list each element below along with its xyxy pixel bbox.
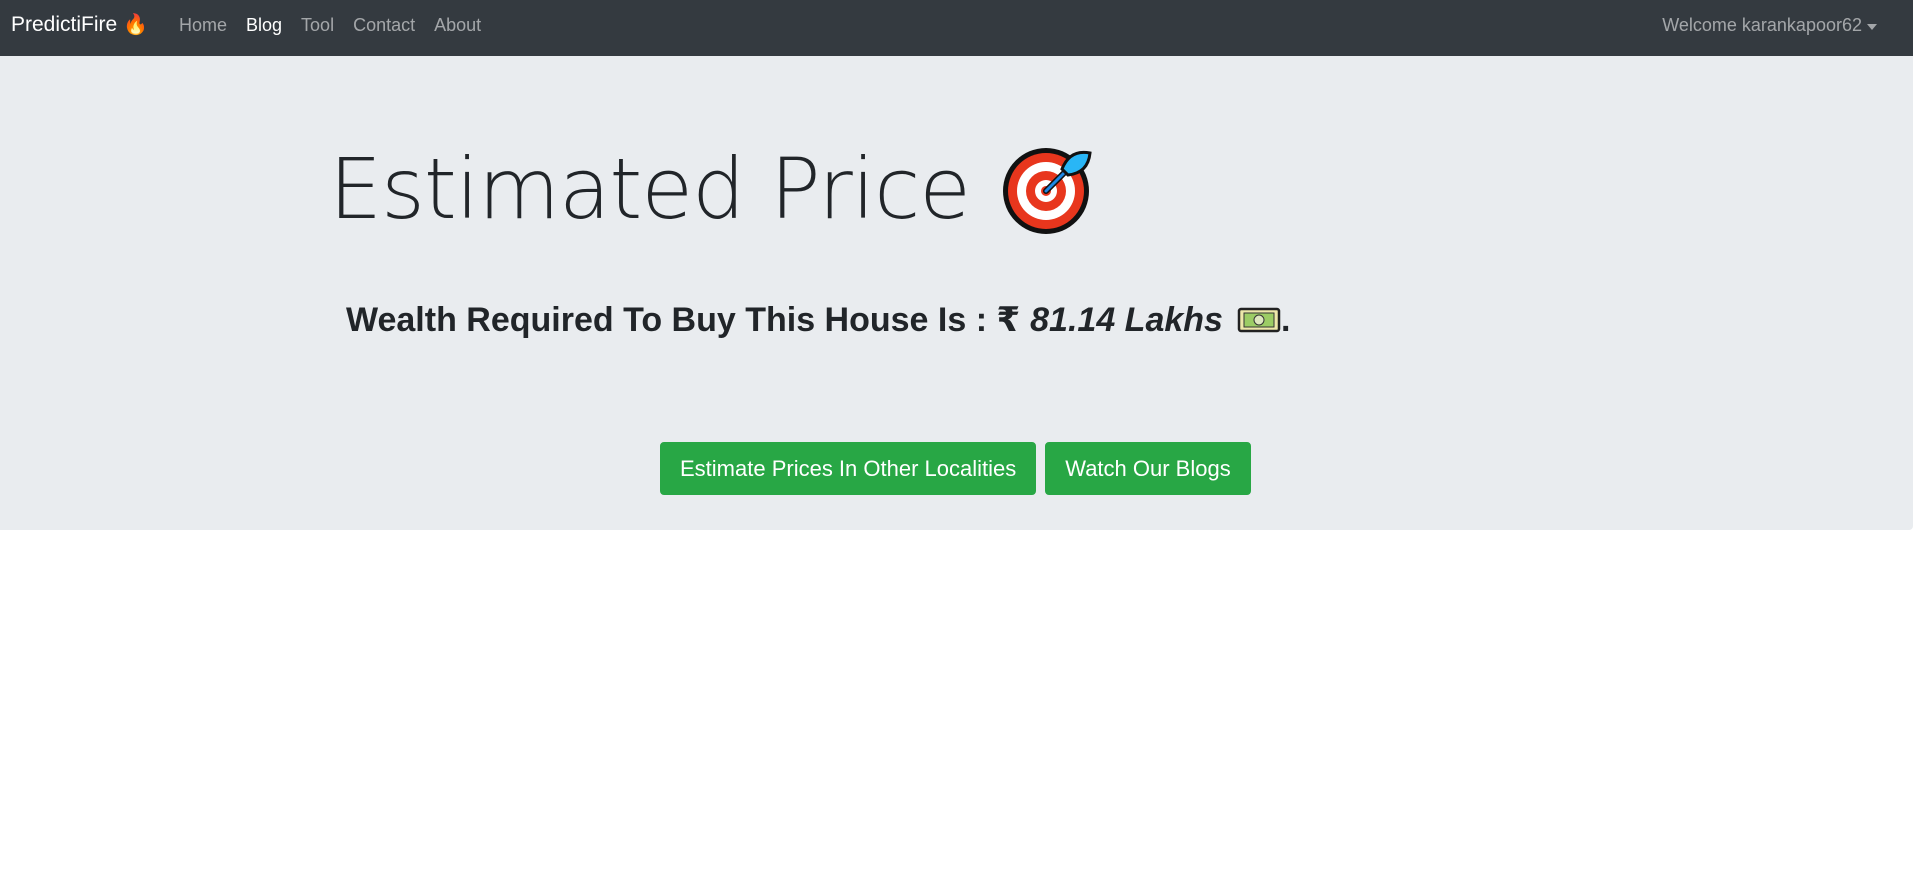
target-icon [1000, 143, 1092, 235]
brand-name: PredictiFire [11, 12, 118, 36]
hero-section: Estimated Price Wealth Required To Buy T… [0, 56, 1913, 530]
brand-link[interactable]: PredictiFire 🔥 [11, 12, 148, 37]
estimate-other-localities-button[interactable]: Estimate Prices In Other Localities [660, 442, 1037, 495]
nav-links: Home Blog Tool Contact About [179, 15, 500, 36]
caret-down-icon [1867, 23, 1877, 30]
nav-contact[interactable]: Contact [353, 15, 415, 36]
watch-blogs-button[interactable]: Watch Our Blogs [1045, 442, 1251, 495]
page-title-text: Estimated Price [329, 140, 971, 238]
navbar: PredictiFire 🔥 Home Blog Tool Contact Ab… [0, 0, 1913, 56]
money-icon [1237, 305, 1281, 335]
nav-about[interactable]: About [434, 15, 481, 36]
fire-icon: 🔥 [123, 14, 149, 36]
user-welcome-label: Welcome karankapoor62 [1662, 15, 1862, 35]
wealth-required-text: Wealth Required To Buy This House Is : ₹… [346, 300, 1290, 340]
user-dropdown[interactable]: Welcome karankapoor62 [1662, 15, 1877, 36]
period-text: . [1280, 300, 1291, 339]
page-title: Estimated Price [329, 140, 1092, 238]
nav-blog[interactable]: Blog [246, 15, 282, 36]
nav-tool[interactable]: Tool [301, 15, 334, 36]
nav-home[interactable]: Home [179, 15, 227, 36]
price-amount: 81.14 Lakhs [1030, 300, 1223, 339]
action-buttons: Estimate Prices In Other Localities Watc… [660, 442, 1260, 495]
wealth-label: Wealth Required To Buy This House Is : ₹ [346, 301, 1021, 339]
